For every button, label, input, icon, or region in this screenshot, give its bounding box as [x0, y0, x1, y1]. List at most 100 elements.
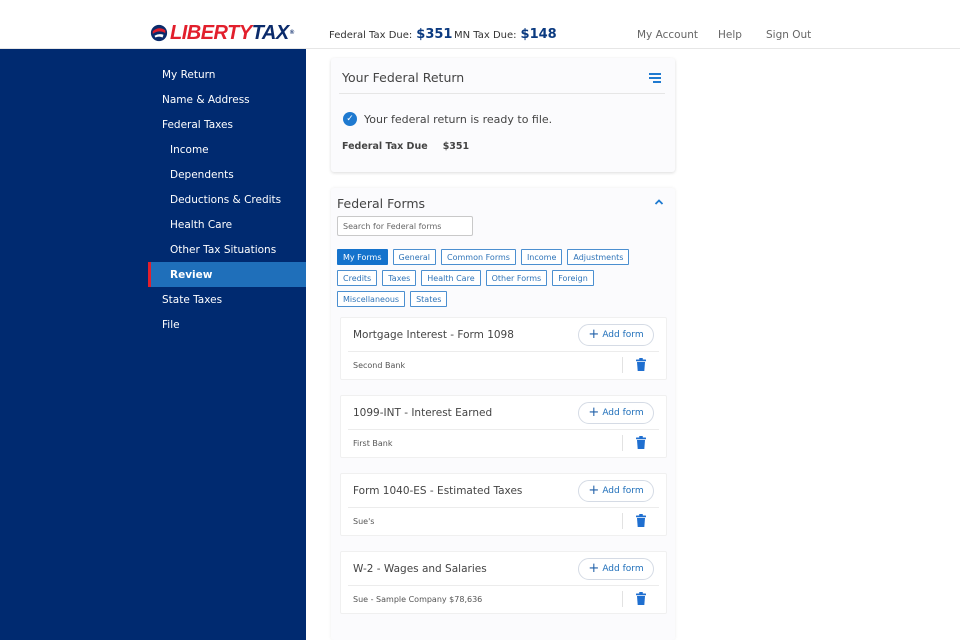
sidebar-item-federal-taxes[interactable]: Federal Taxes [148, 112, 306, 137]
sign-out-link[interactable]: Sign Out [766, 29, 811, 41]
plus-icon: + [588, 405, 600, 420]
form-entry-link[interactable]: Sue's [353, 517, 374, 526]
federal-tax-due-amount: $351 [416, 27, 453, 42]
separator [622, 435, 623, 451]
liberty-tax-logo[interactable]: LIBERTYTAX® [150, 22, 294, 44]
form-category-filters: My Forms General Common Forms Income Adjustm… [337, 249, 647, 312]
filter-chip-general[interactable]: General [392, 249, 437, 265]
add-form-label: Add form [602, 408, 644, 418]
add-form-label: Add form [602, 486, 644, 496]
federal-forms-title: Federal Forms [337, 196, 426, 211]
separator [622, 357, 623, 373]
plus-icon: + [588, 483, 600, 498]
plus-icon: + [588, 561, 600, 576]
form-item: W-2 - Wages and Salaries + Add form Sue - S… [340, 551, 667, 614]
form-entry-link[interactable]: Second Bank [353, 361, 405, 370]
sidebar-nav: My Return Name & Address Federal Taxes Inco… [0, 49, 306, 640]
liberty-logo-icon [150, 24, 168, 42]
sidebar-item-label: State Taxes [162, 293, 223, 306]
filter-chip-credits[interactable]: Credits [337, 270, 378, 286]
sidebar-item-dependents[interactable]: Dependents [148, 162, 306, 187]
sidebar-item-label: My Return [162, 68, 216, 81]
federal-return-card: Your Federal Return ✓ Your federal retur… [331, 58, 675, 172]
divider [348, 585, 659, 586]
sidebar-item-review[interactable]: Review [148, 262, 306, 287]
trash-icon[interactable] [636, 514, 646, 527]
filter-row: My Forms General Common Forms Income Adjustm… [337, 249, 647, 265]
sidebar-item-health-care[interactable]: Health Care [148, 212, 306, 237]
filter-chip-taxes[interactable]: Taxes [382, 270, 417, 286]
form-item: 1099-INT - Interest Earned + Add form First… [340, 395, 667, 458]
form-item-title: W-2 - Wages and Salaries [353, 563, 487, 575]
federal-tax-due: Federal Tax Due: $351 [329, 27, 452, 42]
sidebar-item-state-taxes[interactable]: State Taxes [148, 287, 306, 312]
divider [348, 429, 659, 430]
add-form-label: Add form [602, 564, 644, 574]
add-form-button[interactable]: + Add form [578, 402, 654, 424]
add-form-button[interactable]: + Add form [578, 324, 654, 346]
filter-chip-common-forms[interactable]: Common Forms [441, 249, 516, 265]
ready-status-text: Your federal return is ready to file. [364, 112, 553, 126]
menu-icon[interactable] [649, 73, 661, 83]
filter-chip-adjustments[interactable]: Adjustments [567, 249, 630, 265]
ready-status: ✓ Your federal return is ready to file. [343, 112, 552, 126]
form-entry-link[interactable]: First Bank [353, 439, 392, 448]
federal-forms-search-input[interactable] [337, 216, 473, 236]
top-header: LIBERTYTAX® Federal Tax Due: $351 MN Tax… [0, 0, 960, 49]
federal-forms-card: Federal Forms My FormsGeneralCommon Form… [331, 188, 675, 640]
form-item: Form 1040-ES - Estimated Taxes + Add form S… [340, 473, 667, 536]
filter-row: Credits Taxes Health Care Other Forms Foreig… [337, 270, 647, 286]
filter-chip-health-care[interactable]: Health Care [421, 270, 481, 286]
help-link[interactable]: Help [718, 29, 742, 41]
logo-text-tax: TAX [251, 22, 290, 44]
sidebar-item-deductions-credits[interactable]: Deductions & Credits [148, 187, 306, 212]
sidebar-item-income[interactable]: Income [148, 137, 306, 162]
federal-tax-due-row: Federal Tax Due $351 [342, 141, 469, 152]
sidebar-item-label: Review [170, 268, 213, 281]
trash-icon[interactable] [636, 436, 646, 449]
my-account-link[interactable]: My Account [637, 29, 698, 41]
trash-icon[interactable] [636, 592, 646, 605]
federal-tax-due-label: Federal Tax Due: [329, 30, 413, 41]
divider [348, 351, 659, 352]
sidebar-item-label: File [162, 318, 180, 331]
sidebar-item-other-tax-situations[interactable]: Other Tax Situations [148, 237, 306, 262]
filter-chip-income[interactable]: Income [520, 249, 563, 265]
logo-text-liberty: LIBERTY [170, 22, 252, 44]
form-item-title: Mortgage Interest - Form 1098 [353, 329, 514, 341]
form-item-title: 1099-INT - Interest Earned [353, 407, 493, 419]
trash-icon[interactable] [636, 358, 646, 371]
sidebar-item-label: Federal Taxes [162, 118, 233, 131]
sidebar-item-name-address[interactable]: Name & Address [148, 87, 306, 112]
check-circle-icon: ✓ [343, 112, 357, 126]
sidebar-item-label: Dependents [170, 168, 234, 181]
form-item: Mortgage Interest - Form 1098 + Add form Se… [340, 317, 667, 380]
federal-return-title: Your Federal Return [342, 70, 465, 85]
mn-tax-due-label: MN Tax Due: [454, 30, 517, 41]
sidebar-item-my-return[interactable]: My Return [148, 62, 306, 87]
add-form-label: Add form [602, 330, 644, 340]
separator [622, 513, 623, 529]
separator [622, 591, 623, 607]
logo-trademark: ® [289, 30, 294, 36]
chevron-up-icon[interactable] [654, 198, 664, 208]
mn-tax-due-amount: $148 [520, 27, 557, 42]
form-entry-link[interactable]: Sue - Sample Company $78,636 [353, 595, 482, 604]
sidebar-item-label: Deductions & Credits [170, 193, 282, 206]
filter-chip-foreign[interactable]: Foreign [552, 270, 594, 286]
form-item-title: Form 1040-ES - Estimated Taxes [353, 485, 523, 497]
add-form-button[interactable]: + Add form [578, 480, 654, 502]
divider [348, 507, 659, 508]
plus-icon: + [588, 327, 600, 342]
divider [339, 93, 665, 94]
filter-chip-other-forms[interactable]: Other Forms [485, 270, 548, 286]
filter-chip-my-forms[interactable]: My Forms [337, 249, 388, 265]
federal-tax-due-row-label: Federal Tax Due [342, 141, 428, 152]
sidebar-item-label: Name & Address [162, 93, 250, 106]
federal-tax-due-row-value: $351 [442, 141, 470, 152]
filter-row: Miscellaneous States [337, 291, 647, 307]
filter-chip-miscellaneous[interactable]: Miscellaneous [337, 291, 406, 307]
add-form-button[interactable]: + Add form [578, 558, 654, 580]
sidebar-item-file[interactable]: File [148, 312, 306, 337]
filter-chip-states[interactable]: States [410, 291, 448, 307]
